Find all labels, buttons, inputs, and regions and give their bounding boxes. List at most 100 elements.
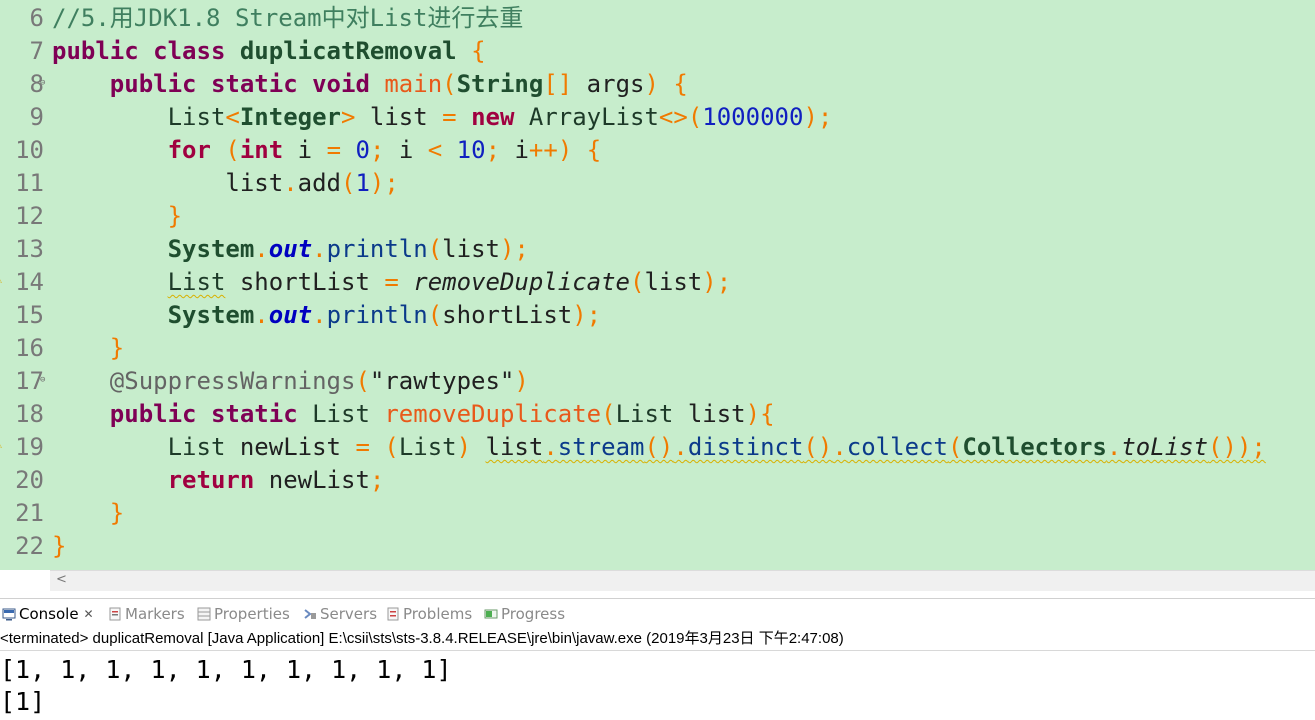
code-line-18[interactable]: public static List removeDuplicate(List … bbox=[52, 398, 775, 431]
code-line-14[interactable]: List shortList = removeDuplicate(list); bbox=[52, 266, 732, 299]
tab-problems[interactable]: Problems bbox=[386, 603, 472, 625]
line-number: 10 bbox=[15, 136, 44, 164]
line-number: 21 bbox=[15, 499, 44, 527]
code-editor[interactable]: 6 7 8 ⊖ 9 10 11 12 13 ⚠ 14 15 16 17 ⊖ 18… bbox=[0, 0, 1315, 570]
code-line-11[interactable]: list.add(1); bbox=[52, 167, 399, 200]
brace: } bbox=[167, 202, 183, 230]
view-tabs: Console ✕ Markers Properties Servers Pro… bbox=[0, 598, 1315, 629]
class-ref: System bbox=[167, 235, 255, 263]
static-field: out bbox=[268, 235, 313, 263]
variable: list bbox=[442, 235, 500, 263]
paren: ) bbox=[745, 400, 761, 428]
line-number: 7 bbox=[29, 37, 44, 65]
code-line-6[interactable]: //5.用JDK1.8 Stream中对List进行去重 bbox=[52, 2, 523, 35]
type: ArrayList bbox=[528, 103, 659, 131]
console-icon bbox=[2, 607, 16, 621]
variable: list bbox=[369, 103, 428, 131]
paren: ( bbox=[225, 136, 240, 164]
class-name: duplicatRemoval bbox=[239, 37, 457, 65]
number: 1 bbox=[355, 169, 370, 197]
static-method-call: toList bbox=[1121, 433, 1209, 461]
code-line-12[interactable]: } bbox=[52, 200, 182, 233]
console-status-line: <terminated> duplicatRemoval [Java Appli… bbox=[0, 628, 1315, 651]
problems-icon bbox=[386, 607, 400, 621]
brace: { bbox=[471, 37, 486, 65]
number: 10 bbox=[456, 136, 486, 164]
tab-progress[interactable]: Progress bbox=[484, 603, 565, 625]
code-line-21[interactable]: } bbox=[52, 497, 124, 530]
line-number: 9 bbox=[29, 103, 44, 131]
line-number: 8 bbox=[29, 70, 44, 98]
tab-label: Servers bbox=[320, 605, 378, 623]
number: 0 bbox=[355, 136, 370, 164]
line-number: 11 bbox=[15, 169, 44, 197]
static-field: out bbox=[268, 301, 313, 329]
method-call: add bbox=[297, 169, 341, 197]
code-line-17[interactable]: @SuppressWarnings("rawtypes") bbox=[52, 365, 529, 398]
brace: } bbox=[52, 532, 67, 560]
type-warning[interactable]: List bbox=[168, 268, 226, 296]
console-output-line[interactable]: [1] bbox=[0, 686, 45, 718]
type: String bbox=[456, 70, 544, 98]
type: List bbox=[167, 103, 226, 131]
variable: newList bbox=[268, 466, 370, 494]
code-line-19[interactable]: List newList = (List) list.stream().dist… bbox=[52, 431, 1266, 464]
type: List bbox=[615, 400, 674, 428]
dot: . bbox=[283, 169, 298, 197]
console-output-line[interactable]: [1, 1, 1, 1, 1, 1, 1, 1, 1, 1] bbox=[0, 654, 452, 686]
dot: . bbox=[312, 235, 327, 263]
tab-servers[interactable]: Servers bbox=[303, 603, 377, 625]
code-line-13[interactable]: System.out.println(list); bbox=[52, 233, 529, 266]
keyword: return bbox=[167, 466, 255, 494]
code-line-22[interactable]: } bbox=[52, 530, 66, 563]
code-line-7[interactable]: public class duplicatRemoval { bbox=[52, 35, 486, 68]
variable: newList bbox=[239, 433, 341, 461]
code-line-8[interactable]: public static void main(String[] args) { bbox=[52, 68, 688, 101]
keyword: for bbox=[167, 136, 211, 164]
paren: ( bbox=[341, 169, 356, 197]
type: List bbox=[312, 400, 370, 428]
code-area[interactable]: //5.用JDK1.8 Stream中对List进行去重 public clas… bbox=[52, 0, 1315, 570]
number: 1000000 bbox=[702, 103, 804, 131]
class-ref: System bbox=[167, 301, 255, 329]
paren: ( bbox=[442, 70, 457, 98]
tab-label: Progress bbox=[501, 605, 566, 623]
tab-label: Console bbox=[19, 605, 79, 623]
tab-console[interactable]: Console ✕ bbox=[2, 603, 94, 625]
line-number: 12 bbox=[15, 202, 44, 230]
code-line-9[interactable]: List<Integer> list = new ArrayList<>(100… bbox=[52, 101, 833, 134]
brace: { bbox=[760, 400, 775, 428]
code-line-20[interactable]: return newList; bbox=[52, 464, 385, 497]
operator: = bbox=[384, 268, 399, 296]
keyword: class bbox=[153, 37, 226, 65]
keyword: static bbox=[210, 400, 298, 428]
scroll-left-icon[interactable]: < bbox=[56, 572, 67, 587]
horizontal-scrollbar[interactable]: < bbox=[50, 570, 1315, 591]
type: Integer bbox=[239, 103, 341, 131]
fold-toggle-icon[interactable]: ⊖ bbox=[40, 78, 48, 88]
angle: > bbox=[341, 103, 356, 131]
paren: ( bbox=[601, 400, 616, 428]
tab-markers[interactable]: Markers bbox=[108, 603, 185, 625]
paren: ) bbox=[514, 367, 529, 395]
progress-icon bbox=[484, 607, 498, 621]
paren: ( bbox=[427, 235, 443, 263]
paren: ); bbox=[369, 169, 399, 197]
line-number: 18 bbox=[15, 400, 44, 428]
variable[interactable]: list bbox=[486, 433, 544, 461]
code-line-10[interactable]: for (int i = 0; i < 10; i++) { bbox=[52, 134, 602, 167]
tab-properties[interactable]: Properties bbox=[197, 603, 290, 625]
operator: < bbox=[427, 136, 443, 164]
line-number: 14 bbox=[15, 268, 44, 296]
code-line-15[interactable]: System.out.println(shortList); bbox=[52, 299, 602, 332]
code-line-16[interactable]: } bbox=[52, 332, 124, 365]
paren: ( bbox=[630, 268, 645, 296]
servers-icon bbox=[303, 607, 317, 621]
keyword: public bbox=[109, 70, 197, 98]
dot: . bbox=[673, 433, 688, 461]
fold-toggle-icon[interactable]: ⊖ bbox=[40, 375, 48, 385]
semicolon: ; bbox=[369, 466, 385, 494]
paren: ); bbox=[803, 103, 833, 131]
close-icon[interactable]: ✕ bbox=[84, 603, 94, 625]
line-number: 16 bbox=[15, 334, 44, 362]
